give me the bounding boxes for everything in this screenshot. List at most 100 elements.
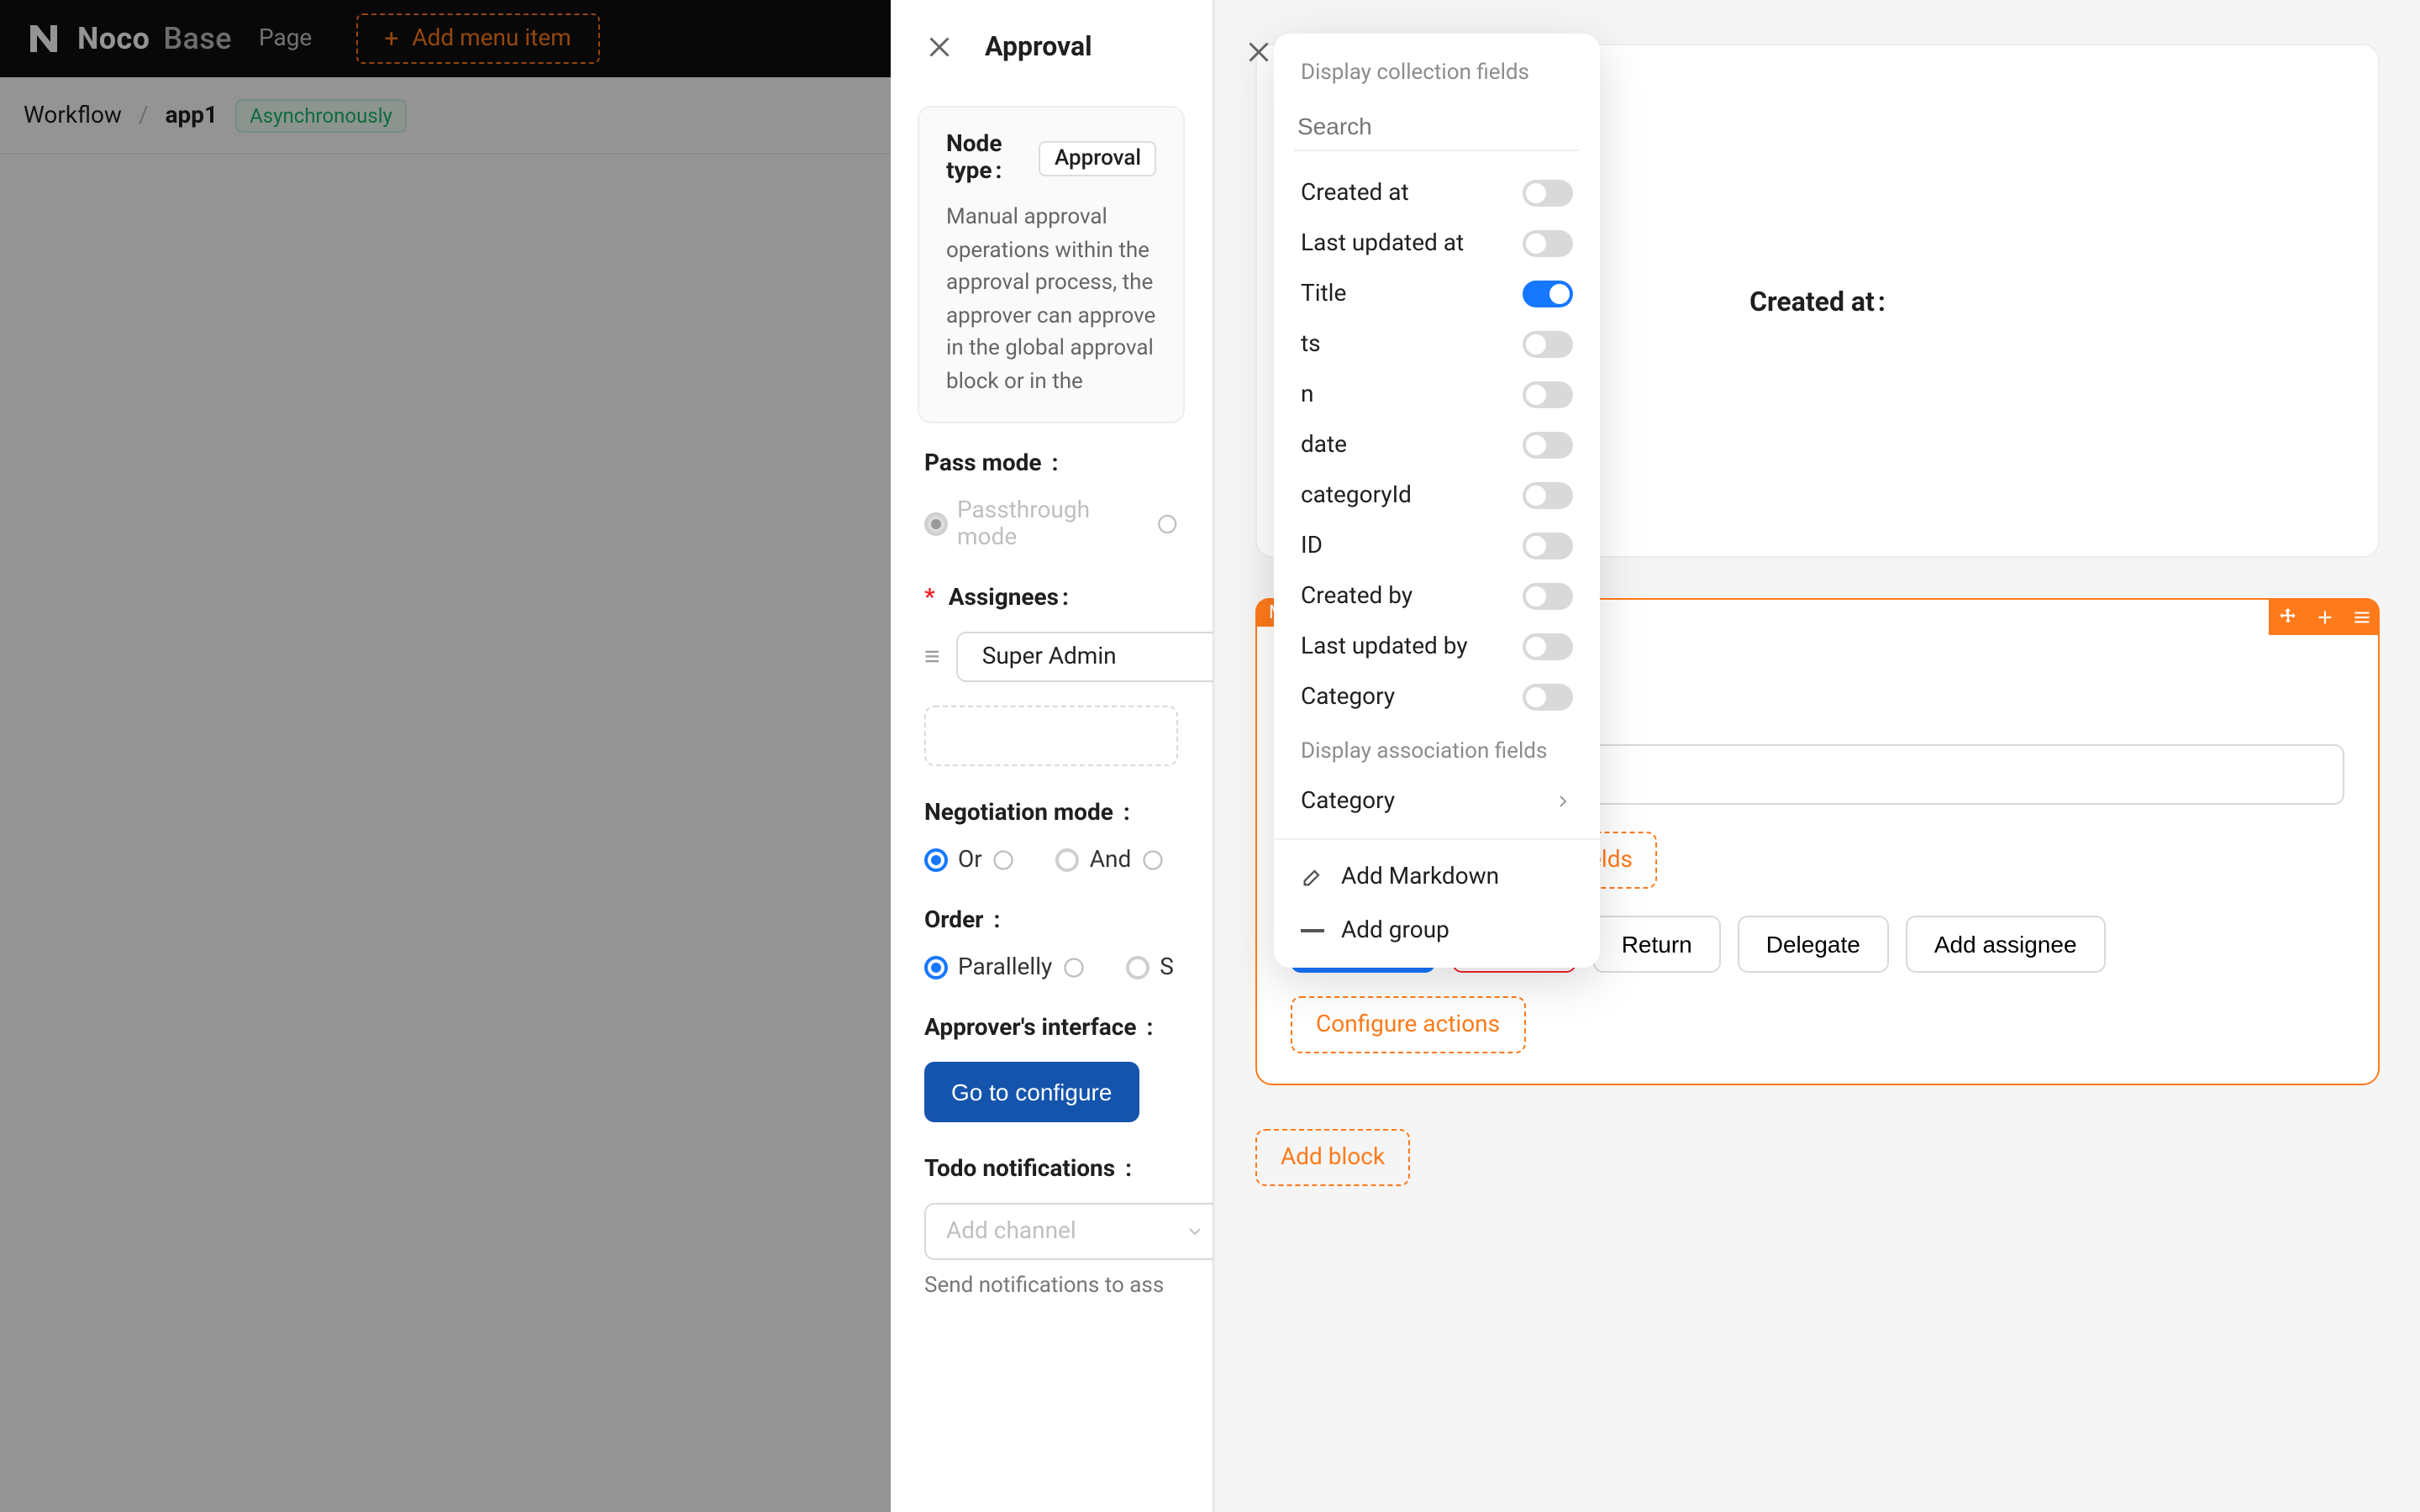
popover-field-row[interactable]: Last updated by (1274, 622, 1600, 672)
required-asterisk: * (924, 585, 935, 612)
menu-tool-button[interactable] (2343, 598, 2380, 635)
popover-field-label: Last updated at (1301, 230, 1464, 257)
configure-actions-button[interactable]: Configure actions (1291, 996, 1525, 1053)
popover-assoc-category[interactable]: Category (1274, 774, 1600, 828)
popover-field-row[interactable]: Created by (1274, 571, 1600, 622)
order-label: Order (924, 907, 1178, 934)
negotiation-and-radio[interactable]: And (1056, 847, 1165, 874)
popover-field-label: ID (1301, 533, 1323, 559)
popover-field-row[interactable]: Created at (1274, 168, 1600, 218)
popover-field-row[interactable]: n (1274, 370, 1600, 420)
popover-divider (1274, 838, 1600, 840)
field-toggle[interactable] (1523, 381, 1573, 408)
popover-field-label: categoryId (1301, 482, 1412, 509)
passthrough-mode-radio[interactable]: Passthrough mode (924, 497, 1178, 551)
drag-tool-button[interactable] (2269, 598, 2306, 635)
popover-field-row[interactable]: date (1274, 420, 1600, 470)
popover-section-association: Display association fields (1274, 729, 1600, 774)
todo-label: Todo notifications (924, 1156, 1178, 1183)
add-block-label: Add block (1281, 1144, 1385, 1171)
todo-help-text: Send notifications to ass (924, 1273, 1178, 1299)
panel-tools (2269, 598, 2380, 635)
go-to-configure-button[interactable]: Go to configure (924, 1062, 1139, 1122)
negotiation-or-label: Or (958, 847, 982, 874)
field-toggle[interactable] (1523, 633, 1573, 660)
node-type-label: Node type (946, 131, 1026, 185)
configure-actions-label: Configure actions (1316, 1011, 1500, 1038)
popover-field-row[interactable]: Last updated at (1274, 218, 1600, 269)
drag-handle-icon[interactable]: ≡ (924, 640, 940, 674)
chevron-down-icon (1185, 1221, 1205, 1242)
node-type-chip: Approval (1039, 140, 1156, 176)
popover-field-list: Created at Last updated at Title ts n date cat… (1274, 161, 1600, 729)
popover-assoc-label: Category (1301, 788, 1395, 815)
pass-mode-label: Pass mode (924, 450, 1178, 477)
add-block-button[interactable]: Add block (1255, 1129, 1410, 1186)
node-type-box: Node type Approval Manual approval opera… (918, 106, 1185, 423)
add-tool-button[interactable] (2306, 598, 2343, 635)
popover-field-label: n (1301, 381, 1313, 408)
delegate-button[interactable]: Delegate (1738, 916, 1889, 973)
popover-section-collection: Display collection fields (1274, 50, 1600, 96)
popover-field-label: ts (1301, 331, 1321, 358)
field-toggle[interactable] (1523, 684, 1573, 711)
backdrop-overlay[interactable] (0, 0, 891, 1512)
plus-icon (2313, 606, 2335, 627)
negotiation-label: Negotiation mode (924, 800, 1178, 827)
close-icon[interactable] (1244, 37, 1274, 67)
return-button[interactable]: Return (1593, 916, 1721, 973)
popover-add-group-label: Add group (1341, 917, 1449, 944)
popover-field-row[interactable]: Category (1274, 672, 1600, 722)
field-toggle[interactable] (1523, 432, 1573, 459)
info-icon (1155, 512, 1178, 536)
edit-icon (1301, 865, 1324, 889)
chevron-right-icon (1553, 791, 1573, 811)
node-type-description: Manual approval operations within the ap… (946, 202, 1156, 398)
approver-interface-label: Approver's interface (924, 1015, 1178, 1042)
popover-field-label: Created by (1301, 583, 1413, 610)
order-sequential-radio[interactable]: S (1126, 954, 1174, 981)
field-toggle[interactable] (1523, 482, 1573, 509)
order-parallel-label: Parallelly (958, 954, 1052, 981)
config-drawer: Approval Node type Approval Manual appro… (891, 0, 1213, 1512)
drawer-title: Approval (985, 30, 1092, 62)
popover-field-row[interactable]: ID (1274, 521, 1600, 571)
minus-icon (1301, 929, 1324, 932)
popover-search-input[interactable] (1294, 102, 1580, 151)
popover-field-label: Category (1301, 684, 1395, 711)
field-toggle[interactable] (1523, 281, 1573, 307)
created-at-label: Created at (1749, 285, 1886, 317)
popover-field-label: Title (1301, 281, 1346, 307)
add-channel-placeholder: Add channel (946, 1218, 1076, 1245)
assignee-value[interactable]: Super Admin (957, 632, 1226, 682)
popover-field-label: Last updated by (1301, 633, 1468, 660)
order-seq-label-initial: S (1160, 954, 1174, 981)
add-assignee-button[interactable]: Add assignee (1906, 916, 2106, 973)
drag-icon (2276, 606, 2298, 627)
info-icon (992, 848, 1016, 872)
popover-add-markdown-label: Add Markdown (1341, 864, 1499, 890)
field-toggle[interactable] (1523, 533, 1573, 559)
close-icon[interactable] (924, 31, 955, 61)
fields-popover: Display collection fields Created at Last… (1274, 34, 1600, 968)
popover-field-label: date (1301, 432, 1347, 459)
field-toggle[interactable] (1523, 180, 1573, 207)
field-toggle[interactable] (1523, 230, 1573, 257)
order-parallel-radio[interactable]: Parallelly (924, 954, 1086, 981)
field-toggle[interactable] (1523, 583, 1573, 610)
list-icon (2350, 606, 2372, 627)
negotiation-and-label: And (1090, 847, 1132, 874)
info-icon (1141, 848, 1165, 872)
popover-add-markdown[interactable]: Add Markdown (1274, 850, 1600, 904)
popover-search-wrap (1294, 102, 1580, 151)
field-toggle[interactable] (1523, 331, 1573, 358)
add-channel-select[interactable]: Add channel (924, 1203, 1227, 1260)
popover-field-row[interactable]: Title (1274, 269, 1600, 319)
negotiation-or-radio[interactable]: Or (924, 847, 1016, 874)
info-icon (1062, 956, 1086, 979)
assignees-label: Assignees (949, 585, 1069, 612)
add-assignee-dashed[interactable] (924, 706, 1178, 766)
popover-field-row[interactable]: ts (1274, 319, 1600, 370)
popover-field-row[interactable]: categoryId (1274, 470, 1600, 521)
popover-add-group[interactable]: Add group (1274, 904, 1600, 958)
